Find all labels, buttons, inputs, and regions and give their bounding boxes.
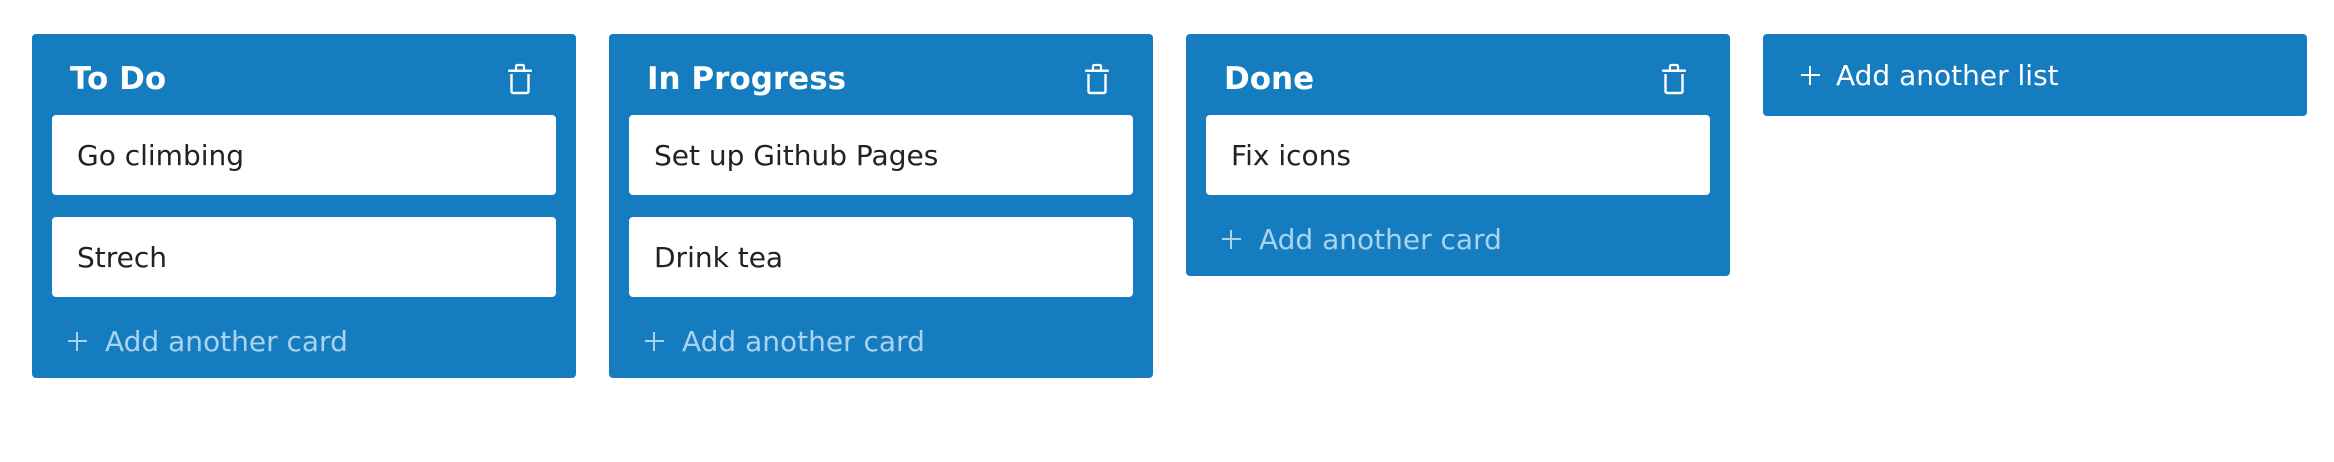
card-list: Go climbing Strech <box>52 115 556 297</box>
card[interactable]: Strech <box>52 217 556 297</box>
plus-icon <box>1222 229 1241 249</box>
card-list: Fix icons <box>1206 115 1710 195</box>
card[interactable]: Go climbing <box>52 115 556 195</box>
add-list-label: Add another list <box>1836 58 2059 92</box>
trash-icon[interactable] <box>1079 61 1115 97</box>
add-card-button[interactable]: Add another card <box>629 321 1133 361</box>
list-done: Done Fix icons Add another card <box>1186 34 1730 276</box>
card[interactable]: Drink tea <box>629 217 1133 297</box>
plus-icon <box>68 331 87 351</box>
list-to-do: To Do Go climbing Strech Add another car… <box>32 34 576 378</box>
trash-icon-graphic <box>508 63 532 95</box>
card[interactable]: Set up Github Pages <box>629 115 1133 195</box>
list-in-progress: In Progress Set up Github Pages Drink te… <box>609 34 1153 378</box>
add-card-label: Add another card <box>1259 222 1502 256</box>
add-card-button[interactable]: Add another card <box>1206 219 1710 259</box>
card-list: Set up Github Pages Drink tea <box>629 115 1133 297</box>
add-list-button[interactable]: Add another list <box>1763 34 2307 116</box>
trash-icon[interactable] <box>1656 61 1692 97</box>
plus-icon <box>1801 65 1820 85</box>
list-title: In Progress <box>647 60 847 97</box>
add-card-label: Add another card <box>105 324 348 358</box>
plus-icon <box>645 331 664 351</box>
list-header: In Progress <box>629 56 1133 102</box>
trash-icon[interactable] <box>502 61 538 97</box>
board: To Do Go climbing Strech Add another car… <box>32 34 2307 378</box>
trash-icon-graphic <box>1085 63 1109 95</box>
list-header: To Do <box>52 56 556 102</box>
trash-icon-graphic <box>1662 63 1686 95</box>
card[interactable]: Fix icons <box>1206 115 1710 195</box>
list-title: To Do <box>70 60 167 97</box>
add-card-button[interactable]: Add another card <box>52 321 556 361</box>
add-card-label: Add another card <box>682 324 925 358</box>
list-header: Done <box>1206 56 1710 102</box>
list-title: Done <box>1224 60 1315 97</box>
